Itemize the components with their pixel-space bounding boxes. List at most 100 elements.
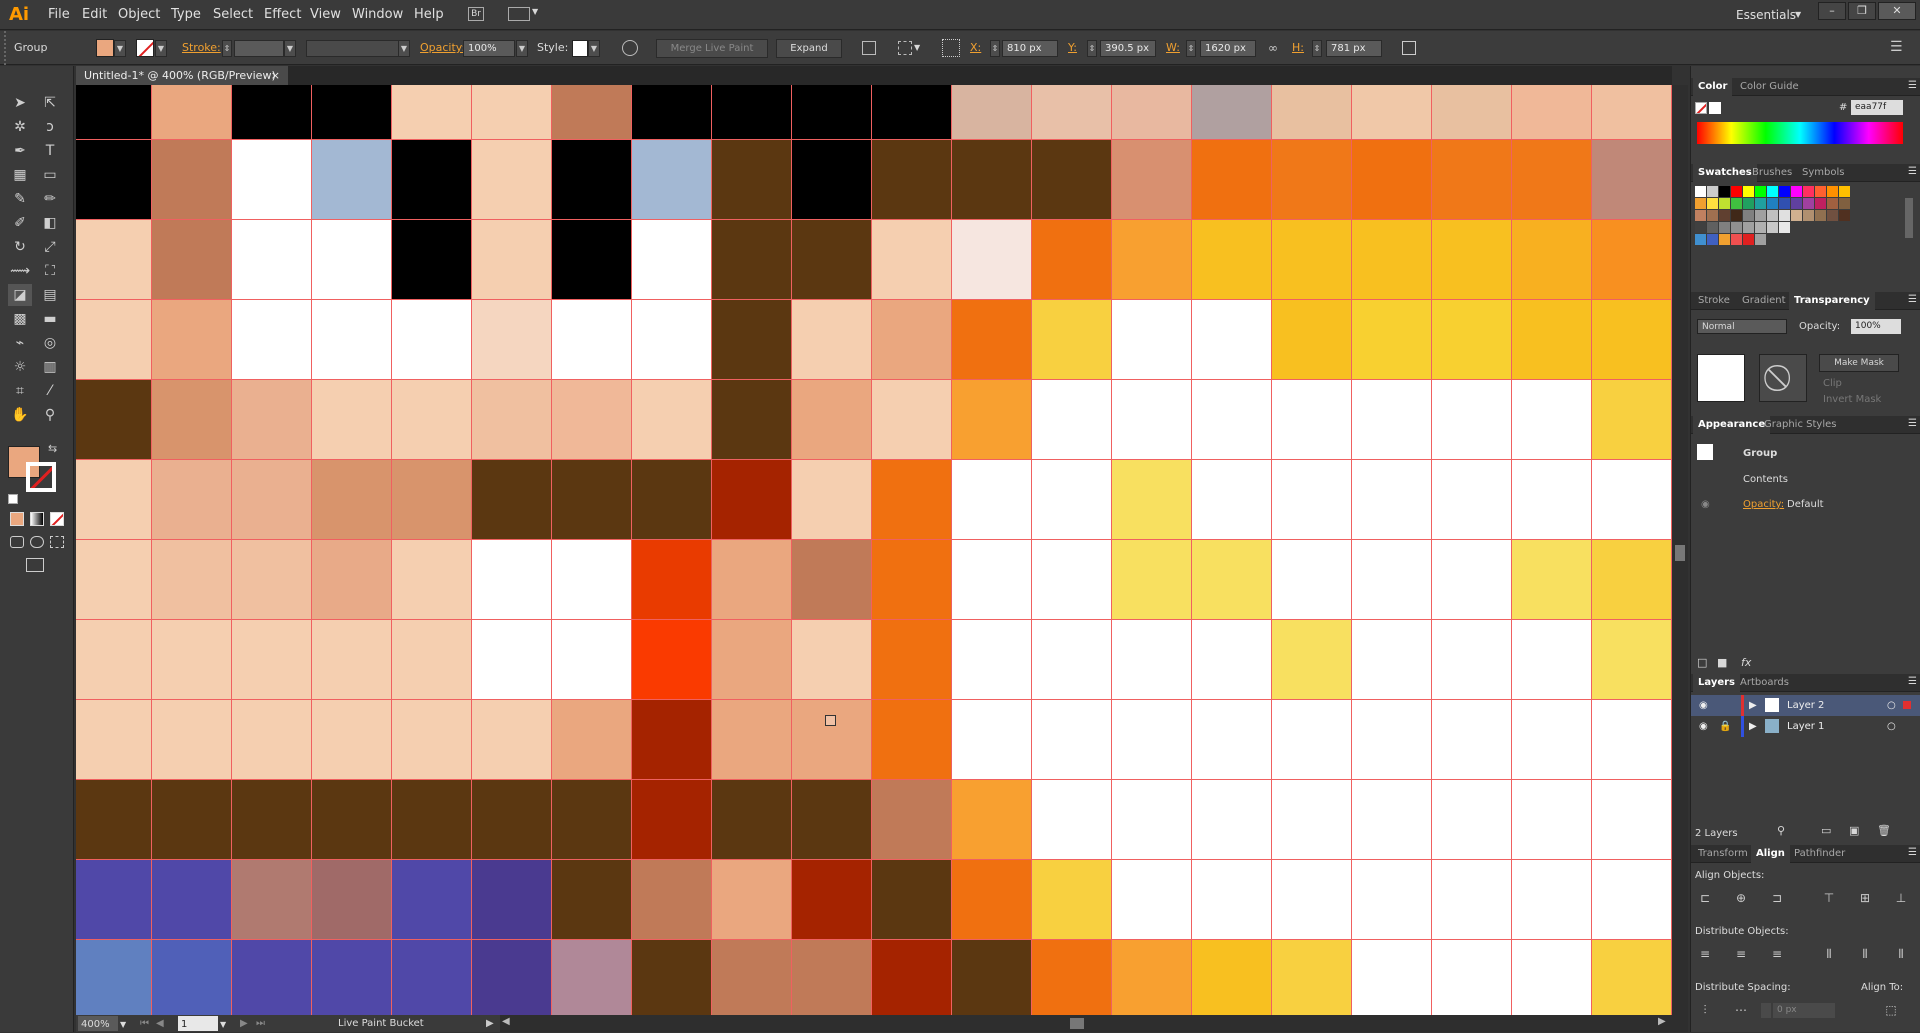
chevron-down-icon[interactable]: ▼ [220,1016,226,1033]
visibility-eye-icon[interactable]: ◉ [1701,499,1710,510]
paint-region[interactable] [232,940,312,1015]
paint-region[interactable] [1352,540,1432,620]
slice-tool-icon[interactable]: ⁄ [38,380,62,402]
color-swatch[interactable] [1743,198,1754,209]
layer-row[interactable]: ◉ ▶ Layer 2 ○ [1691,695,1920,716]
color-swatch[interactable] [1779,210,1790,221]
paint-region[interactable] [632,460,712,540]
paint-region[interactable] [232,460,312,540]
stroke-label[interactable]: Stroke: [182,31,221,65]
expand-button[interactable]: Expand [776,39,842,58]
tab-stroke[interactable]: Stroke [1693,292,1735,310]
constrain-proportions-icon[interactable]: ∞ [1268,41,1282,55]
paint-region[interactable] [1112,540,1192,620]
new-layer-icon[interactable]: ▣ [1849,824,1859,837]
paint-region[interactable] [1432,220,1512,300]
variable-width-profile[interactable] [306,40,402,57]
paint-region[interactable] [392,300,472,380]
color-swatch[interactable] [1827,186,1838,197]
scroll-left-icon[interactable]: ◀ [502,1016,510,1027]
paint-region[interactable] [232,140,312,220]
distribute-bottom-icon[interactable]: ≡ [1767,944,1787,964]
color-swatch[interactable] [1779,186,1790,197]
control-menu-icon[interactable]: ☰ [1890,39,1903,55]
paint-region[interactable] [1512,460,1592,540]
distribute-right-icon[interactable]: ⫴ [1891,944,1911,964]
layer-name[interactable]: Layer 2 [1787,695,1824,716]
paint-region[interactable] [1432,860,1512,940]
restore-button[interactable]: ❐ [1848,2,1876,20]
h-stepper[interactable]: ⇕ [1312,40,1322,57]
paint-region[interactable] [1272,220,1352,300]
paint-region[interactable] [1272,85,1352,140]
color-swatch[interactable] [1755,210,1766,221]
menu-effect[interactable]: Effect [264,0,301,30]
paint-region[interactable] [952,780,1032,860]
paint-region[interactable] [1112,85,1192,140]
chevron-down-icon[interactable]: ▼ [120,1016,126,1033]
align-bottom-icon[interactable]: ⊥ [1891,888,1911,908]
zoom-tool-icon[interactable]: ⚲ [38,404,62,426]
tab-artboards[interactable]: Artboards [1735,674,1794,692]
color-swatch[interactable] [1779,198,1790,209]
align-left-icon[interactable]: ⊏ [1695,888,1715,908]
color-swatch[interactable] [1695,222,1706,233]
new-sublayer-icon[interactable]: ▭ [1821,824,1831,837]
add-fill-icon[interactable]: ■ [1717,656,1727,669]
blob-brush-tool-icon[interactable]: ✐ [8,212,32,234]
rotate-tool-icon[interactable]: ↻ [8,236,32,258]
color-swatch[interactable] [1755,186,1766,197]
paint-region[interactable] [1192,460,1272,540]
paint-region[interactable] [1192,860,1272,940]
paint-region[interactable] [552,380,632,460]
paint-region[interactable] [952,540,1032,620]
status-menu-arrow-icon[interactable]: ▶ [486,1015,494,1032]
paint-region[interactable] [76,540,152,620]
paint-region[interactable] [1112,860,1192,940]
arrange-documents-icon[interactable] [508,7,530,21]
paint-region[interactable] [872,380,952,460]
paint-region[interactable] [952,220,1032,300]
paint-region[interactable] [712,460,792,540]
paint-region[interactable] [1352,940,1432,1015]
paint-region[interactable] [792,540,872,620]
spacing-field[interactable]: 0 px [1773,1003,1835,1018]
vertical-distribute-space-icon[interactable]: ⫶ [1695,1000,1715,1020]
chevron-down-icon[interactable]: ▼ [532,7,538,16]
paint-region[interactable] [392,460,472,540]
paint-region[interactable] [1272,140,1352,220]
paint-region[interactable] [1592,620,1672,700]
paint-region[interactable] [1512,860,1592,940]
bridge-icon[interactable]: Br [468,7,484,21]
x-field[interactable]: 810 px [1002,40,1058,57]
color-swatch[interactable] [1791,198,1802,209]
layer-thumbnail[interactable] [1697,354,1745,402]
paint-region[interactable] [1032,140,1112,220]
paint-region[interactable] [1272,300,1352,380]
paint-region[interactable] [1192,85,1272,140]
paint-region[interactable] [1192,620,1272,700]
paint-region[interactable] [472,780,552,860]
paint-region[interactable] [632,85,712,140]
paint-region[interactable] [472,700,552,780]
paint-region[interactable] [1352,460,1432,540]
color-swatch[interactable] [1815,198,1826,209]
paint-region[interactable] [712,220,792,300]
paint-region[interactable] [1352,700,1432,780]
color-swatch[interactable] [1695,186,1706,197]
paint-region[interactable] [152,140,232,220]
paint-region[interactable] [872,700,952,780]
tab-brushes[interactable]: Brushes [1747,164,1797,182]
paint-region[interactable] [392,940,472,1015]
expand-triangle-icon[interactable]: ▶ [1749,716,1757,737]
color-swatch[interactable] [1791,186,1802,197]
paint-region[interactable] [392,700,472,780]
color-swatch[interactable] [1755,198,1766,209]
paint-region[interactable] [1352,140,1432,220]
color-swatch[interactable] [1839,186,1850,197]
horizontal-scroll-thumb[interactable] [1070,1018,1084,1029]
draw-inside-icon[interactable] [50,536,64,548]
paint-region[interactable] [232,300,312,380]
paint-region[interactable] [632,380,712,460]
x-stepper[interactable]: ⇕ [990,40,1000,57]
